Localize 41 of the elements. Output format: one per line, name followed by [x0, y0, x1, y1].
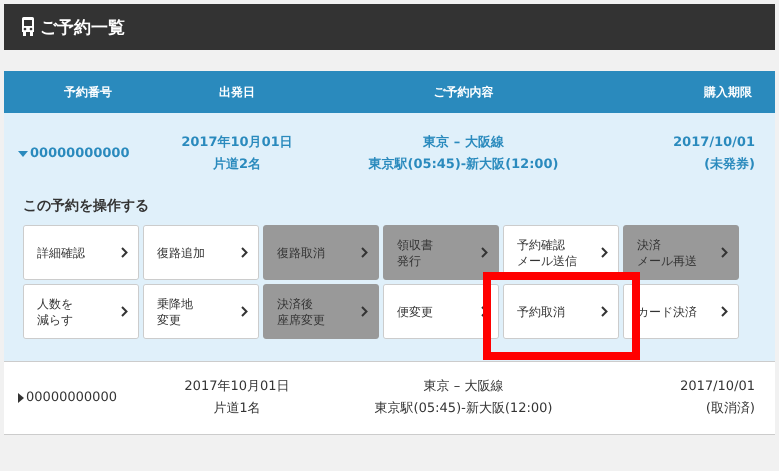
chevron-right-icon: [241, 247, 248, 258]
ticket-status: (取消済): [706, 400, 755, 418]
chevron-right-icon: [601, 306, 608, 317]
route-times: 東京駅(05:45)-新大阪(12:00): [367, 156, 560, 174]
route-times: 東京駅(05:45)-新大阪(12:00): [374, 400, 554, 418]
route-name: 東京 – 大阪線: [422, 378, 504, 396]
departure-date: 2017年10月01日: [180, 134, 294, 152]
chevron-right-icon: [121, 306, 128, 317]
chevron-right-icon: [121, 247, 128, 258]
chevron-right-icon: [721, 247, 728, 258]
departure-date: 2017年10月01日: [183, 378, 291, 396]
column-header: 購入期限: [702, 84, 753, 100]
passenger-count: 片道1名: [212, 400, 262, 418]
action-button[interactable]: 詳細確認: [23, 225, 139, 280]
reservation-number: 00000000000: [26, 389, 117, 407]
purchase-deadline: 2017/10/01: [680, 378, 755, 396]
chevron-right-icon: [601, 247, 608, 258]
chevron-right-icon: [481, 247, 488, 258]
ticket-status: (未発券): [704, 156, 755, 174]
reservation-number: 00000000000: [30, 145, 130, 163]
action-button[interactable]: 乗降地 変更: [143, 284, 259, 339]
chevron-right-icon: [361, 247, 368, 258]
collapse-triangle-icon: [18, 151, 28, 157]
route-name: 東京 – 大阪線: [422, 134, 505, 152]
chevron-right-icon: [361, 306, 368, 317]
purchase-deadline: 2017/10/01: [673, 134, 755, 152]
chevron-right-icon: [721, 306, 728, 317]
action-button[interactable]: 予約取消: [503, 284, 619, 339]
column-header: ご予約内容: [432, 84, 494, 100]
column-header: 出発日: [218, 84, 256, 100]
reservation-row[interactable]: 00000000000 2017年10月01日 片道1名 東京 – 大阪線 東京駅(05:45)-新大阪(12:00) 2017/10/01 (取消済): [4, 362, 775, 435]
action-button[interactable]: 人数を 減らす: [23, 284, 139, 339]
page-title: ご予約一覧: [40, 16, 125, 38]
passenger-count: 片道2名: [212, 156, 262, 174]
bus-icon: [20, 17, 36, 37]
column-header: 予約番号: [63, 84, 113, 100]
chevron-right-icon: [241, 306, 248, 317]
action-button[interactable]: 復路追加: [143, 225, 259, 280]
expand-triangle-icon: [18, 393, 24, 403]
action-button[interactable]: 便変更: [383, 284, 499, 339]
section-title: この予約を操作する: [23, 197, 150, 215]
